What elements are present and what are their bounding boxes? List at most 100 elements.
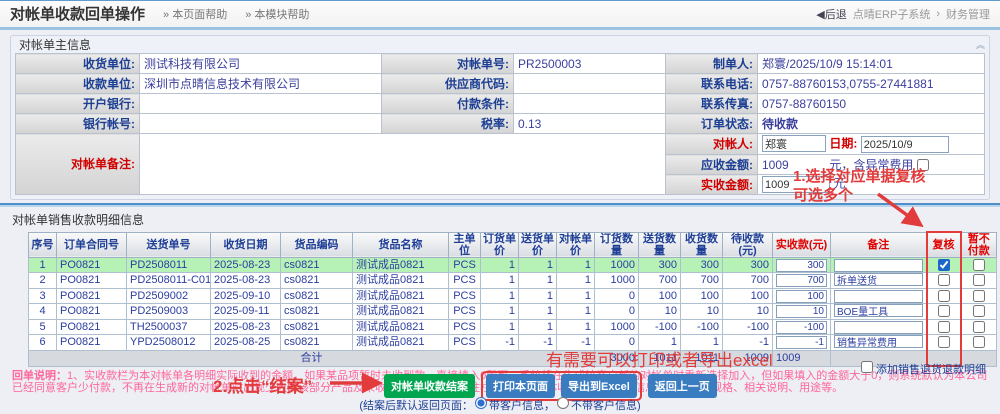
field-label: 付款条件: (382, 94, 514, 114)
total-cell: 1011 (681, 351, 723, 367)
col-header: 订货数量 (595, 232, 639, 258)
cell: -1 (519, 335, 557, 351)
review-checkbox[interactable] (938, 259, 950, 271)
reconciler-input[interactable] (762, 135, 826, 152)
print-button[interactable]: 打印本页面 (486, 374, 555, 398)
cell: 2025-08-23 (211, 258, 281, 273)
field-value: 0757-88760153,0755-27441881 (758, 74, 985, 94)
receivable-amount: 1009 (762, 158, 826, 172)
cell: 1000 (595, 273, 639, 289)
cell: 1 (557, 304, 595, 320)
crumb-sep-icon: › (936, 8, 940, 20)
total-cell: 1009 (773, 351, 831, 367)
cell: 2 (29, 273, 57, 289)
field-label: 联系传真: (666, 94, 758, 114)
cell: 0 (595, 304, 639, 320)
total-cell: 1009 (723, 351, 773, 367)
nopay-checkbox[interactable] (973, 290, 985, 302)
statement-remark[interactable] (140, 134, 666, 195)
detail-table: 序号 订单合同号 送货单号 收货日期 货品编码 货品名称 主单位 订货单价 送货… (28, 231, 997, 367)
received-amount-input[interactable] (762, 176, 830, 193)
nopay-checkbox[interactable] (973, 321, 985, 333)
field-label: 制单人: (666, 54, 758, 74)
cell: 10 (723, 304, 773, 320)
cell: cs0821 (281, 289, 353, 304)
cell: 10 (639, 304, 681, 320)
with-customer-radio[interactable] (475, 397, 487, 409)
received-input[interactable] (776, 321, 827, 334)
col-header: 送货单号 (127, 232, 211, 258)
cell: 10 (681, 304, 723, 320)
back-link[interactable]: ◀后退 (816, 6, 846, 22)
remark-input[interactable] (834, 335, 923, 348)
cell: PD2508011-C01 (127, 273, 211, 289)
cell: PO0821 (57, 304, 127, 320)
nopay-checkbox[interactable] (973, 274, 985, 286)
cell: 1 (481, 273, 519, 289)
back-arrow-icon: ◀ (816, 9, 824, 21)
remark-input[interactable] (834, 259, 923, 272)
received-input[interactable] (776, 305, 827, 318)
cell: 测试成品0821 (353, 335, 449, 351)
settle-button[interactable]: 对帐单收款结案 (384, 374, 475, 398)
field-label: 收货单位: (16, 54, 140, 74)
field-value: 测试科技有限公司 (140, 54, 382, 74)
cell: 1 (519, 320, 557, 335)
table-row: 5 PO0821 TH2500037 2025-08-23 cs0821 测试成… (29, 320, 997, 335)
breadcrumb: ◀后退 点晴ERP子系统 › 财务管理 (816, 6, 990, 22)
remark-input[interactable] (834, 273, 923, 286)
date-input[interactable] (861, 136, 949, 153)
receivable-suffix: 元，含异常费用 (829, 158, 913, 172)
received-input[interactable] (776, 336, 827, 349)
crumb-finance[interactable]: 财务管理 (946, 6, 990, 22)
field-value (140, 114, 382, 134)
review-checkbox[interactable] (938, 290, 950, 302)
field-label: 实收金额: (666, 175, 758, 195)
nopay-checkbox[interactable] (973, 305, 985, 317)
cell: 测试成品0821 (353, 258, 449, 273)
collapse-icon[interactable]: ︽ (976, 38, 985, 53)
cell: 0 (595, 289, 639, 304)
review-checkbox[interactable] (938, 336, 950, 348)
module-help-link[interactable]: » 本模块帮助 (245, 6, 309, 22)
field-label: 对帐人: (666, 134, 758, 155)
back-button[interactable]: 返回上一页 (648, 374, 717, 398)
cell: 2025-08-23 (211, 320, 281, 335)
col-header: 收货数量 (681, 232, 723, 258)
nopay-checkbox[interactable] (973, 259, 985, 271)
remark-input[interactable] (834, 321, 923, 334)
page-help-link[interactable]: » 本页面帮助 (163, 6, 227, 22)
field-label: 银行帐号: (16, 114, 140, 134)
col-header: 对帐单价 (557, 232, 595, 258)
cell: cs0821 (281, 320, 353, 335)
received-input[interactable] (776, 290, 827, 303)
cell: 1000 (595, 258, 639, 273)
received-input[interactable] (776, 259, 827, 272)
table-row: 4 PO0821 PD2509003 2025-09-11 cs0821 测试成… (29, 304, 997, 320)
field-value: 0.13 (514, 114, 666, 134)
cell: 700 (723, 273, 773, 289)
without-customer-radio[interactable] (557, 397, 569, 409)
review-checkbox[interactable] (938, 321, 950, 333)
review-checkbox[interactable] (938, 305, 950, 317)
field-value: 郑寰/2025/10/9 15:14:01 (758, 54, 985, 74)
received-input[interactable] (776, 274, 827, 287)
cell: PCS (449, 320, 481, 335)
cell: 1 (557, 258, 595, 273)
export-excel-button[interactable]: 导出到Excel (561, 374, 637, 398)
col-header: 送货单价 (519, 232, 557, 258)
cell: PO0821 (57, 335, 127, 351)
abnormal-fee-checkbox[interactable] (917, 159, 929, 171)
review-checkbox[interactable] (938, 274, 950, 286)
section-divider (0, 203, 1000, 207)
cell: 1 (481, 320, 519, 335)
field-label: 应收金额: (666, 155, 758, 175)
field-value: 0757-88760150 (758, 94, 985, 114)
remark-input[interactable] (834, 304, 923, 317)
remark-input[interactable] (834, 290, 923, 303)
nopay-checkbox[interactable] (973, 336, 985, 348)
received-suffix: 元 (833, 177, 845, 191)
cell: 100 (639, 289, 681, 304)
crumb-erp[interactable]: 点晴ERP子系统 (853, 6, 931, 22)
add-return-detail-checkbox[interactable] (861, 361, 873, 373)
